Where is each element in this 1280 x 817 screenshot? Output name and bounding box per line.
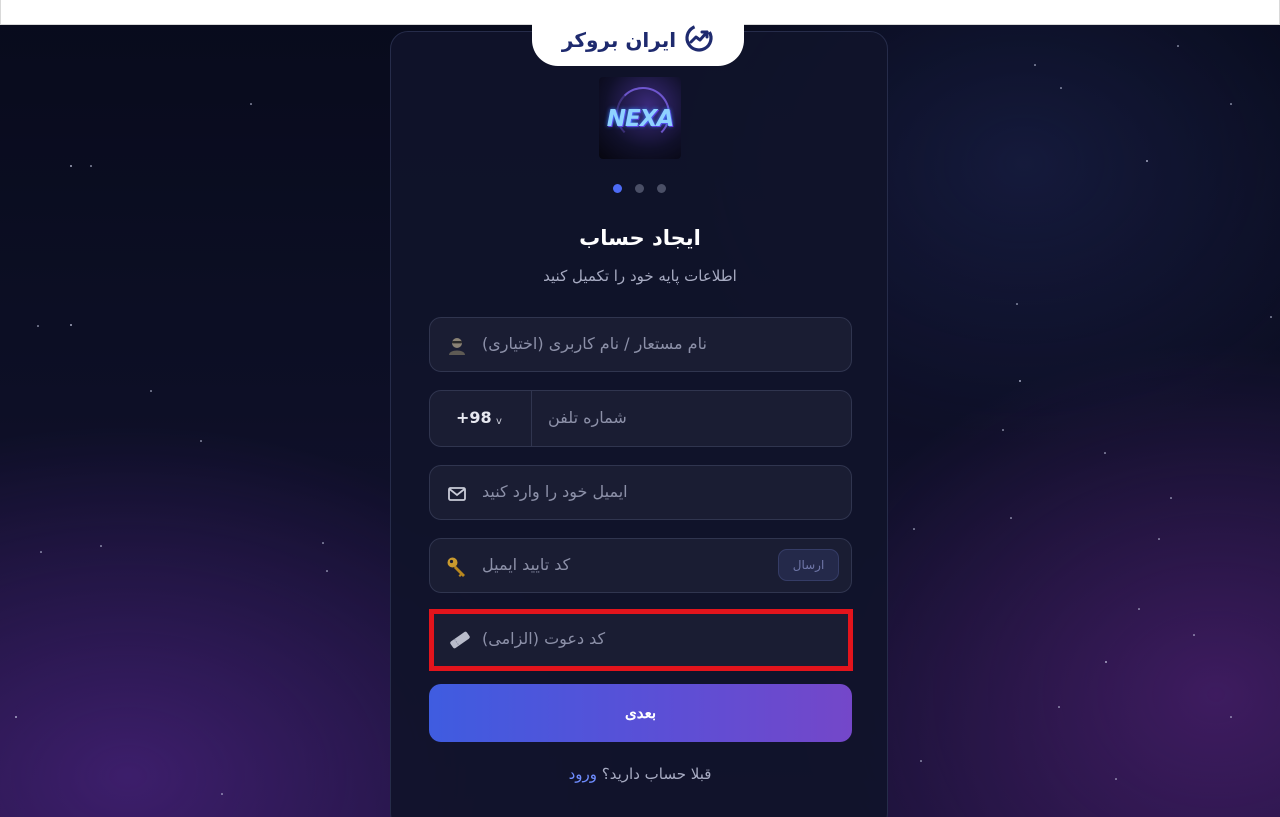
login-link[interactable]: ورود xyxy=(569,765,597,783)
invite-code-field[interactable]: کد دعوت (الزامی) xyxy=(429,609,853,671)
login-prompt: قبلا حساب دارید؟ ورود xyxy=(390,765,890,783)
mail-icon xyxy=(446,483,468,505)
step-dot-3 xyxy=(657,184,666,193)
page-subtitle: اطلاعات پایه خود را تکمیل کنید xyxy=(543,267,737,285)
nexa-logo: NEXA xyxy=(599,77,681,159)
phone-placeholder: شماره تلفن xyxy=(548,408,627,427)
step-dot-1 xyxy=(613,184,622,193)
email-placeholder: ایمیل خود را وارد کنید xyxy=(482,482,628,501)
invite-code-placeholder: کد دعوت (الزامی) xyxy=(482,629,606,648)
chevron-down-icon[interactable]: v xyxy=(496,416,502,427)
phone-divider xyxy=(531,391,532,446)
country-code-select[interactable]: +98 xyxy=(456,408,492,427)
user-icon xyxy=(446,335,468,357)
step-indicator xyxy=(613,184,666,193)
email-field[interactable]: ایمیل خود را وارد کنید xyxy=(429,465,852,520)
login-question: قبلا حساب دارید؟ xyxy=(601,765,712,783)
email-code-placeholder: کد تایید ایمیل xyxy=(482,555,571,574)
next-button[interactable]: بعدی xyxy=(429,684,852,742)
brand-name: ایران بروکر xyxy=(561,28,677,52)
brand-header: ایران بروکر xyxy=(532,14,744,66)
ticket-icon xyxy=(448,630,472,654)
phone-field[interactable]: شماره تلفن +98 v xyxy=(429,390,852,447)
step-dot-2 xyxy=(635,184,644,193)
chart-trend-icon xyxy=(684,23,714,57)
send-code-button[interactable]: ارسال xyxy=(778,549,839,581)
key-icon xyxy=(446,556,468,578)
page-title: ایجاد حساب xyxy=(579,226,701,250)
logo-text: NEXA xyxy=(606,106,675,132)
email-code-field[interactable]: کد تایید ایمیل ارسال xyxy=(429,538,852,593)
username-field[interactable]: نام مستعار / نام کاربری (اختیاری) xyxy=(429,317,852,372)
username-placeholder: نام مستعار / نام کاربری (اختیاری) xyxy=(482,334,707,353)
